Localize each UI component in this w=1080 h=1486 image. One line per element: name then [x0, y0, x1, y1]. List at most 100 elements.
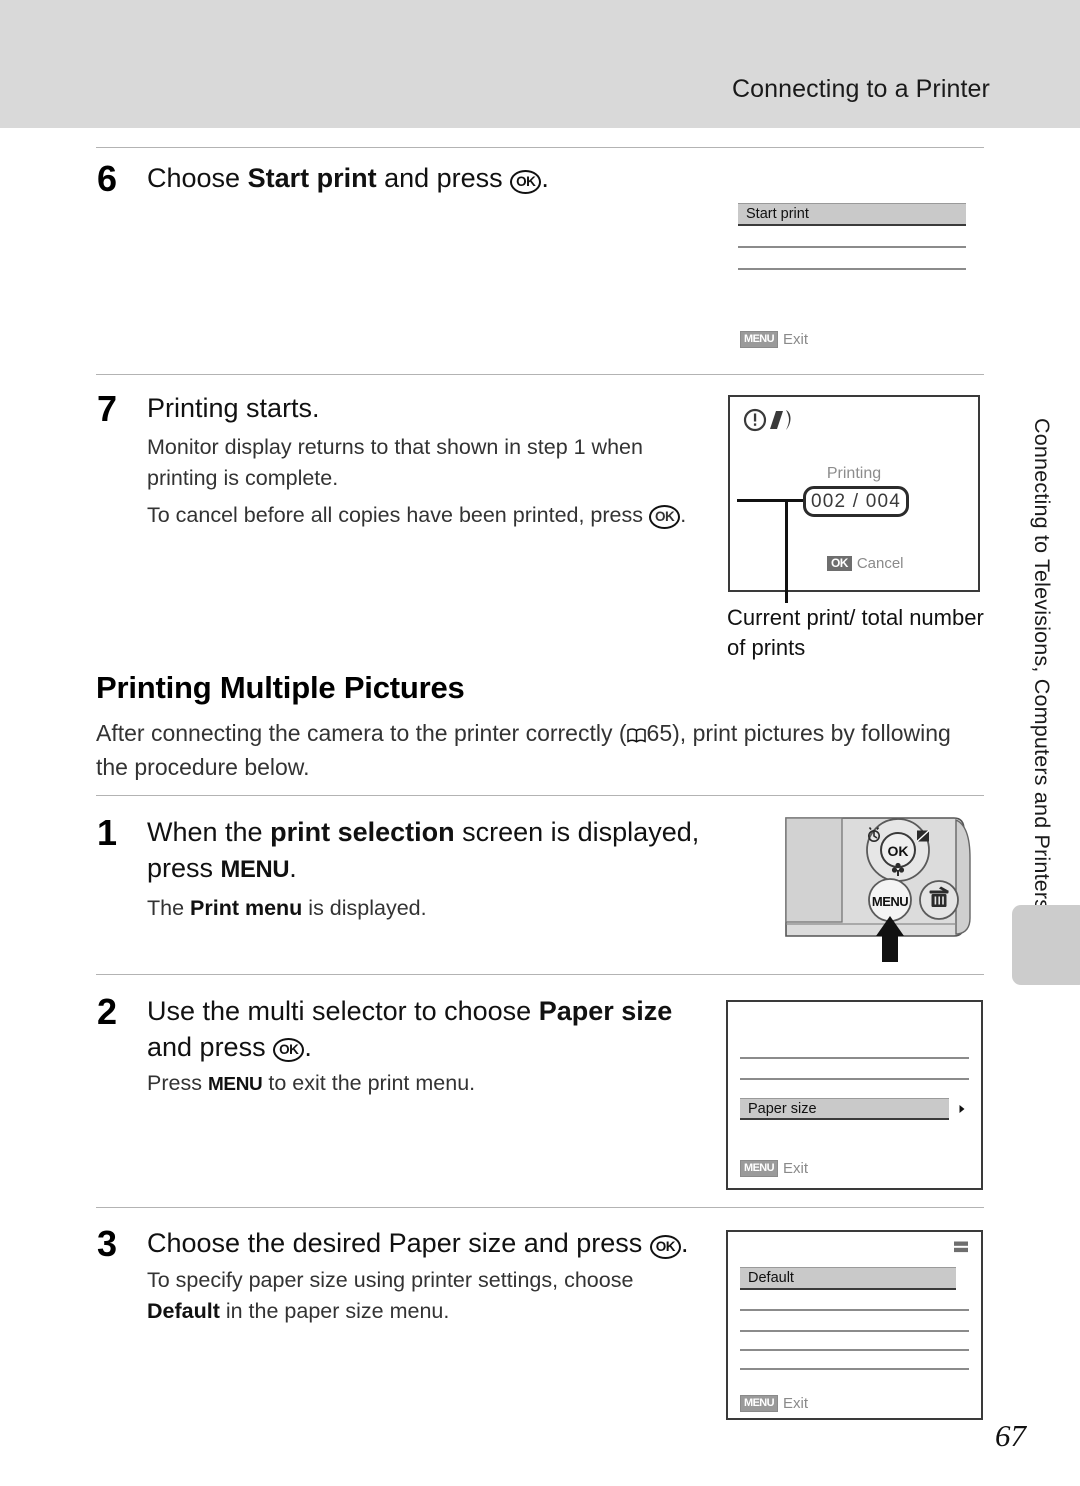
- divider-rule-step7: [96, 374, 984, 375]
- step-7-body-2: To cancel before all copies have been pr…: [147, 500, 707, 531]
- step-2-title: Use the multi selector to choose Paper s…: [147, 994, 707, 1065]
- camera-shake-icon: [770, 410, 791, 430]
- step-3-title-end: .: [681, 1228, 689, 1258]
- step-1-title: When the print selection screen is displ…: [147, 815, 707, 886]
- screenshot-paper-size-options: Default MENU Exit: [726, 1230, 983, 1420]
- step-2-body: Press MENU to exit the print menu.: [147, 1068, 707, 1099]
- camera-illustration: OK MENU: [778, 812, 978, 969]
- step-3-number: 3: [97, 1223, 117, 1264]
- print-menu-row-2: [740, 1078, 969, 1080]
- step-2-title-pre: Use the multi selector to choose: [147, 996, 539, 1026]
- screenshot-printing-footer: OK Cancel: [827, 555, 904, 572]
- ok-button-icon: OK: [510, 169, 542, 194]
- print-count-box: 002 / 004: [803, 486, 909, 517]
- warning-icon: [743, 408, 767, 432]
- step-1-body-bold: Print menu: [190, 896, 303, 920]
- step-2-title-bold: Paper size: [538, 996, 673, 1026]
- camera-grip: [955, 818, 971, 935]
- manual-reference-icon: [626, 718, 646, 743]
- step-6-title-post: and press: [376, 163, 511, 193]
- step-6-title: Choose Start print and press OK.: [147, 161, 707, 197]
- step-7-title: Printing starts.: [147, 393, 320, 423]
- menu-button-label: MENU: [872, 894, 908, 909]
- menu-item-paper-size-label: Paper size: [748, 1100, 817, 1117]
- printing-label: Printing: [826, 465, 882, 482]
- menu-button-icon: MENU: [207, 1074, 263, 1095]
- step-2-title-post: and press: [147, 1031, 274, 1062]
- step-3-body-pre: To specify paper size using printer sett…: [147, 1268, 634, 1292]
- ok-button-icon: OK: [648, 504, 681, 529]
- step-6-title-pre: Choose: [147, 163, 248, 193]
- camera-back-diagram: OK MENU: [785, 817, 971, 962]
- paper-size-row-1: [740, 1309, 969, 1311]
- step-6-title-bold: Start print: [247, 163, 377, 193]
- paper-size-row-4: [740, 1368, 969, 1370]
- header-band: [0, 0, 1080, 128]
- step-2-title-end: .: [304, 1031, 312, 1062]
- footer-label-exit: Exit: [783, 1395, 809, 1412]
- menu-badge-icon: MENU: [740, 331, 778, 348]
- step-2-body-post: to exit the print menu.: [262, 1071, 476, 1095]
- side-tab-mark: [1012, 905, 1080, 985]
- step-3-title-text: Choose the desired Paper size and press: [147, 1228, 650, 1258]
- section-intro-pre: After connecting the camera to the print…: [96, 720, 627, 746]
- step-7-body-2-pre: To cancel before all copies have been pr…: [147, 503, 649, 527]
- page-header-title: Connecting to a Printer: [731, 75, 990, 103]
- ok-button-icon: OK: [649, 1234, 682, 1259]
- step-1-title-pre: When the: [147, 817, 271, 847]
- step-1-title-end: .: [289, 852, 297, 883]
- footer-label-exit: Exit: [783, 1160, 809, 1177]
- callout-horizontal: [737, 499, 803, 502]
- step-3-body-post: in the paper size menu.: [219, 1299, 450, 1324]
- screenshot-printing: Printing 002 / 004 OK Cancel: [728, 395, 980, 592]
- step-1-number: 1: [97, 812, 117, 853]
- menu-item-default[interactable]: Default: [740, 1267, 956, 1290]
- screenshot-start-print: Start print MENU Exit: [738, 200, 968, 360]
- menu-row-empty-2: [738, 268, 966, 270]
- section-intro-ref: 65: [646, 720, 673, 746]
- step-7-body-2-end: .: [680, 503, 687, 527]
- ok-button-label: OK: [888, 843, 909, 859]
- step-2-body-pre: Press: [147, 1071, 208, 1095]
- step-3-body-bold: Default: [147, 1299, 220, 1324]
- screenshot-start-print-footer: MENU Exit: [740, 331, 808, 348]
- menu-button-icon: MENU: [220, 855, 290, 883]
- footer-label-exit: Exit: [783, 331, 809, 348]
- step-1-body-post: is displayed.: [302, 896, 427, 920]
- menu-badge-icon: MENU: [740, 1395, 778, 1412]
- paper-size-row-2: [740, 1330, 969, 1332]
- exposure-compensation-icon: [916, 829, 930, 843]
- paper-size-row-3: [740, 1349, 969, 1351]
- ok-badge-icon: OK: [827, 555, 852, 572]
- step-7-number: 7: [97, 388, 117, 429]
- divider-rule-step1: [96, 795, 984, 796]
- menu-badge-icon: MENU: [740, 1160, 778, 1177]
- step-3-title: Choose the desired Paper size and press …: [147, 1226, 717, 1262]
- ok-button-icon: OK: [273, 1038, 305, 1063]
- step-6-title-end: .: [541, 163, 549, 193]
- printing-status-icons: [743, 408, 791, 432]
- camera-monitor-edge: [785, 817, 843, 923]
- print-count-caption: Current print/ total number of prints: [727, 605, 984, 660]
- screenshot-print-menu-footer: MENU Exit: [740, 1160, 808, 1177]
- step-1-title-bold: print selection: [270, 817, 455, 847]
- menu-row-empty-1: [738, 246, 966, 248]
- section-intro: After connecting the camera to the print…: [96, 716, 986, 784]
- chevron-right-icon: [959, 1105, 965, 1113]
- screenshot-paper-size-footer: MENU Exit: [740, 1395, 808, 1412]
- menu-item-paper-size[interactable]: Paper size: [740, 1098, 949, 1120]
- divider-rule-step3: [96, 1207, 984, 1208]
- step-6-number: 6: [97, 158, 117, 199]
- step-3-body: To specify paper size using printer sett…: [147, 1265, 707, 1328]
- screenshot-print-menu: Paper size MENU Exit: [726, 1000, 983, 1190]
- menu-item-start-print-label: Start print: [746, 206, 809, 222]
- divider-rule-top: [96, 147, 984, 148]
- menu-item-start-print[interactable]: Start print: [738, 203, 966, 226]
- menu-item-default-label: Default: [748, 1270, 794, 1286]
- callout-vertical: [785, 499, 788, 603]
- step-1-body-pre: The: [147, 896, 191, 920]
- side-tab-label: Connecting to Televisions, Computers and…: [1030, 418, 1054, 911]
- manual-page: Connecting to a Printer 6 Choose Start p…: [0, 0, 1080, 1486]
- step-7-body-1: Monitor display returns to that shown in…: [147, 435, 643, 491]
- page-number: 67: [995, 1418, 1026, 1453]
